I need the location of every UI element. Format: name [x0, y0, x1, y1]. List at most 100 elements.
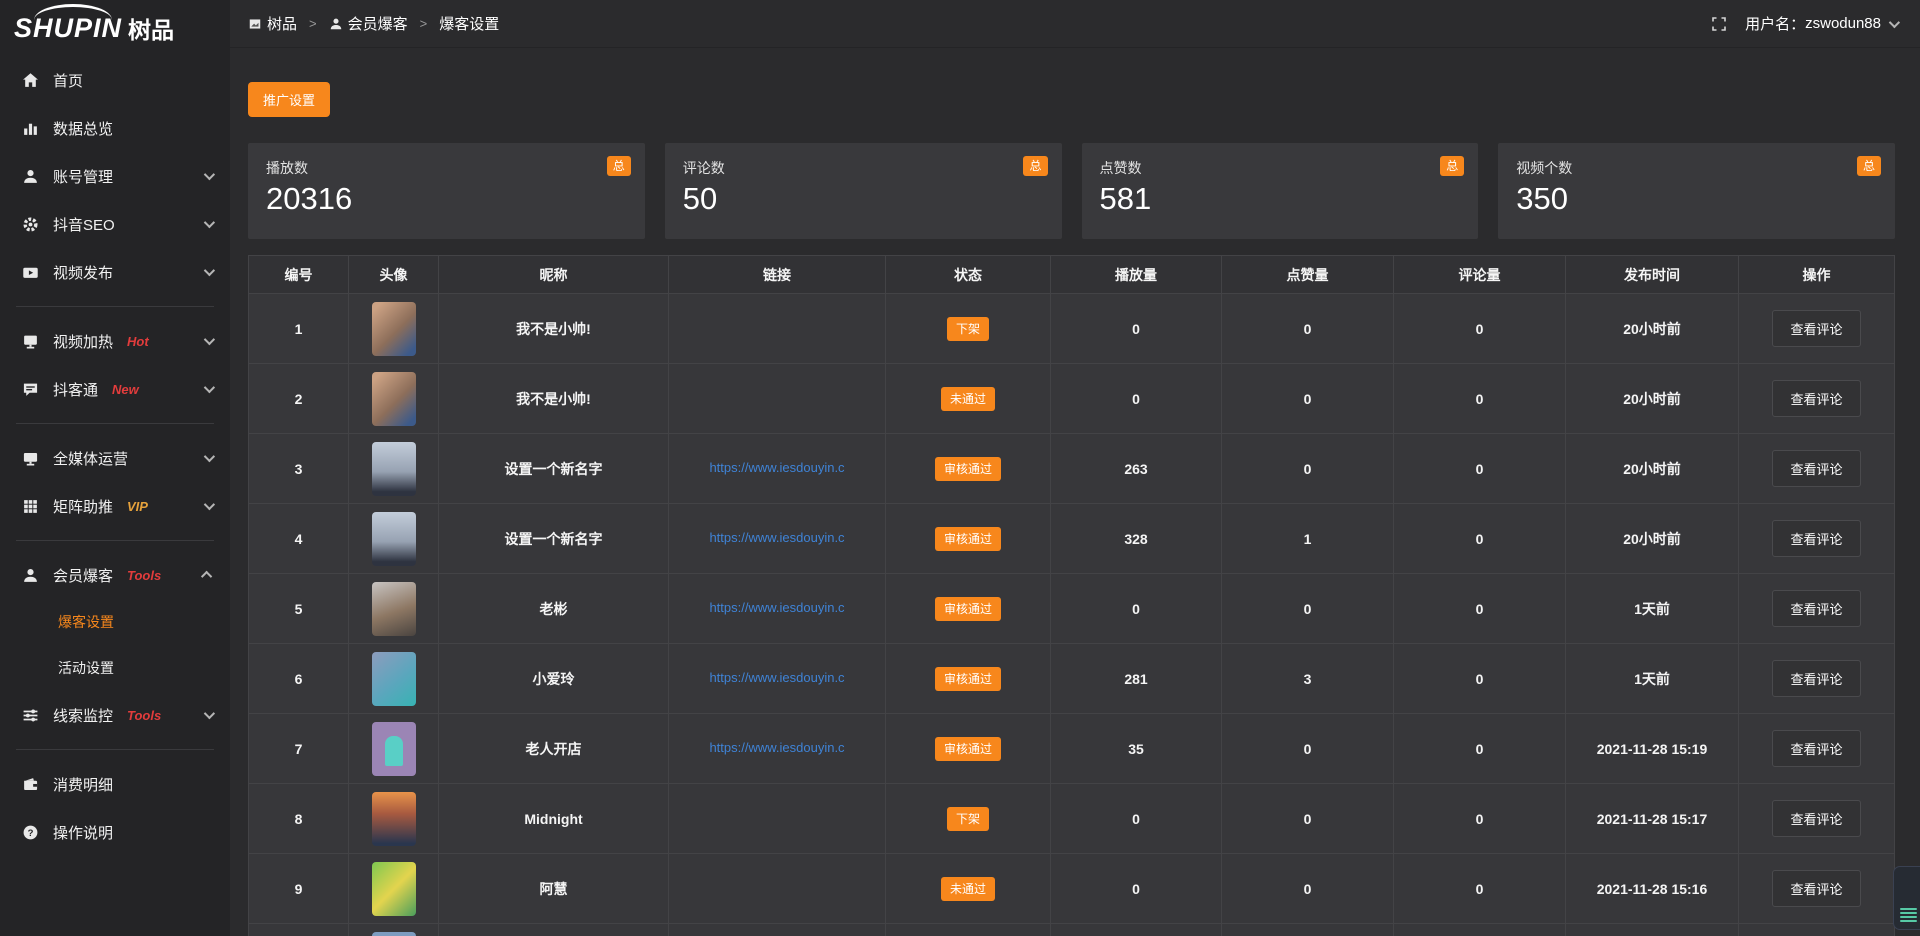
- username-label: 用户名：: [1745, 13, 1805, 34]
- status-badge: 审核通过: [935, 527, 1001, 551]
- status-badge: 审核通过: [935, 667, 1001, 691]
- stat-label: 评论数: [683, 158, 1044, 178]
- breadcrumb-item-2[interactable]: 爆客设置: [439, 13, 499, 34]
- cell-nickname: 我不是小帅!: [439, 294, 669, 364]
- home-icon: [22, 72, 39, 89]
- breadcrumb-separator: >: [309, 16, 317, 31]
- avatar: [372, 862, 416, 916]
- sidebar-item-3[interactable]: 抖音SEO: [0, 200, 230, 248]
- avatar: [372, 582, 416, 636]
- breadcrumb-item-0[interactable]: 树品: [248, 13, 297, 34]
- sidebar-item-13[interactable]: 线索监控Tools: [0, 691, 230, 739]
- cell-plays: 0: [1051, 574, 1222, 644]
- cell-avatar: [349, 574, 439, 644]
- video-link[interactable]: https://www.iesdouyin.c: [709, 740, 844, 755]
- chevron-down-icon: [204, 451, 215, 462]
- sidebar-item-label: 会员爆客: [53, 565, 113, 586]
- avatar: [372, 512, 416, 566]
- cell-nickname: 设置一个新名字: [439, 434, 669, 504]
- sidebar-item-7[interactable]: 抖客通New: [0, 365, 230, 413]
- fullscreen-icon[interactable]: [1711, 16, 1727, 32]
- sidebar-item-2[interactable]: 账号管理: [0, 152, 230, 200]
- stat-value: 350: [1516, 181, 1877, 217]
- view-comments-button[interactable]: 查看评论: [1772, 800, 1860, 837]
- content: 推广设置 播放数20316总评论数50总点赞数581总视频个数350总 编号头像…: [230, 48, 1920, 936]
- view-comments-button[interactable]: 查看评论: [1772, 380, 1860, 417]
- cell-link: [669, 364, 886, 434]
- cell-avatar: [349, 854, 439, 924]
- breadcrumb-item-1[interactable]: 会员爆客: [329, 13, 408, 34]
- status-badge: 下架: [947, 317, 989, 341]
- topbar-right: 用户名：zswodun88: [1711, 13, 1897, 34]
- sidebar-item-4[interactable]: 视频发布: [0, 248, 230, 296]
- sidebar-divider: [16, 306, 214, 307]
- stat-card-0: 播放数20316总: [248, 143, 645, 239]
- breadcrumb-separator: >: [420, 16, 428, 31]
- app-icon: [248, 17, 262, 31]
- cell-time: 1天前: [1566, 574, 1739, 644]
- sidebar-item-15[interactable]: 消费明细: [0, 760, 230, 808]
- sidebar-nav: 首页数据总览账号管理抖音SEO视频发布视频加热Hot抖客通New 全媒体运营矩阵助…: [0, 56, 230, 856]
- video-link[interactable]: https://www.iesdouyin.c: [709, 460, 844, 475]
- stat-card-2: 点赞数581总: [1082, 143, 1479, 239]
- user-menu[interactable]: 用户名：zswodun88: [1745, 13, 1897, 34]
- breadcrumb-label: 树品: [267, 13, 297, 34]
- view-comments-button[interactable]: 查看评论: [1772, 520, 1860, 557]
- view-comments-button[interactable]: 查看评论: [1772, 660, 1860, 697]
- avatar: [372, 722, 416, 776]
- username-value: zswodun88: [1805, 15, 1881, 32]
- cell-avatar: [349, 644, 439, 714]
- app-logo[interactable]: SHUPIN 树品: [0, 0, 230, 56]
- sidebar-divider: [16, 423, 214, 424]
- view-comments-button[interactable]: 查看评论: [1772, 730, 1860, 767]
- cell-id: 2: [249, 364, 349, 434]
- video-link[interactable]: https://www.iesdouyin.c: [709, 670, 844, 685]
- cell-id: 9: [249, 854, 349, 924]
- sidebar-item-0[interactable]: 首页: [0, 56, 230, 104]
- breadcrumb-label: 爆客设置: [439, 13, 499, 34]
- cell-comments: 0: [1394, 644, 1566, 714]
- sidebar-subitem-1[interactable]: 活动设置: [0, 645, 230, 691]
- video-link[interactable]: https://www.iesdouyin.c: [709, 530, 844, 545]
- sidebar-item-1[interactable]: 数据总览: [0, 104, 230, 152]
- cell-time: 2021-11-28 15:16: [1566, 854, 1739, 924]
- column-header-7: 评论量: [1394, 256, 1566, 294]
- cell-likes: 1: [1222, 504, 1394, 574]
- cell-status: 下架: [886, 784, 1051, 854]
- floating-service-widget[interactable]: [1893, 866, 1920, 930]
- sidebar-subitem-0[interactable]: 爆客设置: [0, 599, 230, 645]
- cell-id: 7: [249, 714, 349, 784]
- video-link[interactable]: https://www.iesdouyin.c: [709, 600, 844, 615]
- cell-nickname: 阿慧: [439, 854, 669, 924]
- sidebar-item-16[interactable]: ?操作说明: [0, 808, 230, 856]
- sidebar-item-label: 操作说明: [53, 822, 113, 843]
- view-comments-button[interactable]: 查看评论: [1772, 590, 1860, 627]
- monitor-icon: [22, 450, 39, 467]
- cell-time: [1566, 924, 1739, 936]
- status-badge: 审核通过: [935, 457, 1001, 481]
- cell-actions: 查看评论: [1739, 294, 1895, 364]
- cell-avatar: [349, 784, 439, 854]
- video-table: 编号头像昵称链接状态播放量点赞量评论量发布时间操作 1我不是小帅!下架00020…: [248, 255, 1895, 936]
- sidebar: SHUPIN 树品 首页数据总览账号管理抖音SEO视频发布视频加热Hot抖客通N…: [0, 0, 230, 936]
- view-comments-button[interactable]: 查看评论: [1772, 450, 1860, 487]
- chart-icon: [22, 120, 39, 137]
- view-comments-button[interactable]: 查看评论: [1772, 870, 1860, 907]
- cell-comments: 0: [1394, 504, 1566, 574]
- logo-arc-decoration: [34, 4, 112, 20]
- view-comments-button[interactable]: 查看评论: [1772, 310, 1860, 347]
- promo-settings-button[interactable]: 推广设置: [248, 82, 330, 117]
- cell-nickname: 小爱玲: [439, 644, 669, 714]
- cell-link: https://www.iesdouyin.c: [669, 714, 886, 784]
- cell-likes: 0: [1222, 364, 1394, 434]
- sidebar-item-12[interactable]: 会员爆客Tools: [0, 551, 230, 599]
- sidebar-item-10[interactable]: 矩阵助推VIP: [0, 482, 230, 530]
- chat-icon: [22, 381, 39, 398]
- sidebar-divider: [16, 749, 214, 750]
- sidebar-item-6[interactable]: 视频加热Hot: [0, 317, 230, 365]
- cell-avatar: [349, 364, 439, 434]
- sidebar-item-9[interactable]: 全媒体运营: [0, 434, 230, 482]
- cell-likes: [1222, 924, 1394, 936]
- chevron-down-icon: [204, 217, 215, 228]
- sidebar-item-tag: Tools: [127, 708, 161, 723]
